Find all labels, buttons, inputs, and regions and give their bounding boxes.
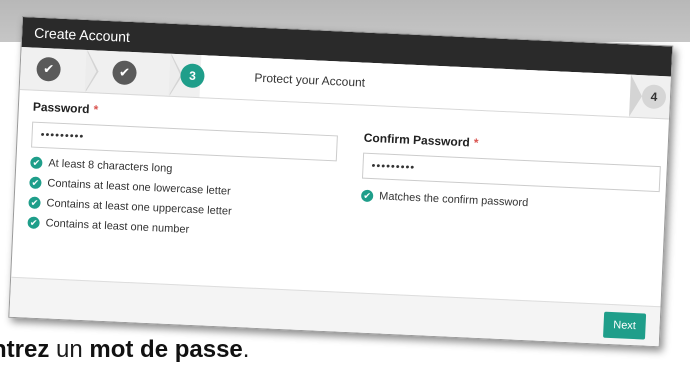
confirm-password-input[interactable]: ••••••••• <box>361 152 661 193</box>
password-rule-length: ✔ At least 8 characters long <box>30 156 173 176</box>
check-icon: ✔ <box>29 176 42 190</box>
password-rule-uppercase: ✔ Contains at least one uppercase letter <box>28 195 232 218</box>
step-2-check-icon: ✔ <box>112 60 138 86</box>
rule-text: At least 8 characters long <box>48 157 173 175</box>
rule-text: Matches the confirm password <box>378 190 529 210</box>
caption-plain: un <box>49 336 90 363</box>
password-input[interactable]: ••••••••• <box>31 121 338 162</box>
step-1-check-icon: ✔ <box>36 56 62 82</box>
rule-text: Contains at least one uppercase letter <box>46 197 232 218</box>
step-divider-inner <box>84 49 98 93</box>
password-rule-lowercase: ✔ Contains at least one lowercase letter <box>29 176 231 199</box>
confirm-password-label: Confirm Password * <box>364 131 479 150</box>
caption-bold-2: mot de passe <box>89 336 243 363</box>
create-account-dialog: Create Account ✔ ✔ 3 Protect your Accoun… <box>8 16 674 348</box>
check-icon: ✔ <box>28 196 41 210</box>
caption-period: . <box>242 336 250 363</box>
password-label: Password * <box>33 100 99 117</box>
check-icon: ✔ <box>30 156 43 170</box>
rule-text: Contains at least one number <box>45 217 190 236</box>
password-rule-number: ✔ Contains at least one number <box>27 215 189 236</box>
rule-text: Contains at least one lowercase letter <box>47 177 231 198</box>
caption-bold-1: ntrez <box>0 336 50 363</box>
required-mark: * <box>93 102 99 117</box>
confirm-password-match-rule: ✔ Matches the confirm password <box>360 189 529 211</box>
next-button[interactable]: Next <box>603 311 647 340</box>
check-icon: ✔ <box>27 216 40 230</box>
step-divider <box>629 74 643 118</box>
screenshot-scene: Create Account ✔ ✔ 3 Protect your Accoun… <box>0 0 690 368</box>
password-label-text: Password <box>32 99 90 117</box>
step-4-number: 4 <box>641 84 667 110</box>
check-icon: ✔ <box>360 189 374 203</box>
required-mark: * <box>473 135 479 150</box>
caption-text: ntrez un mot de passe. <box>0 336 249 364</box>
confirm-password-label-text: Confirm Password <box>363 130 471 150</box>
